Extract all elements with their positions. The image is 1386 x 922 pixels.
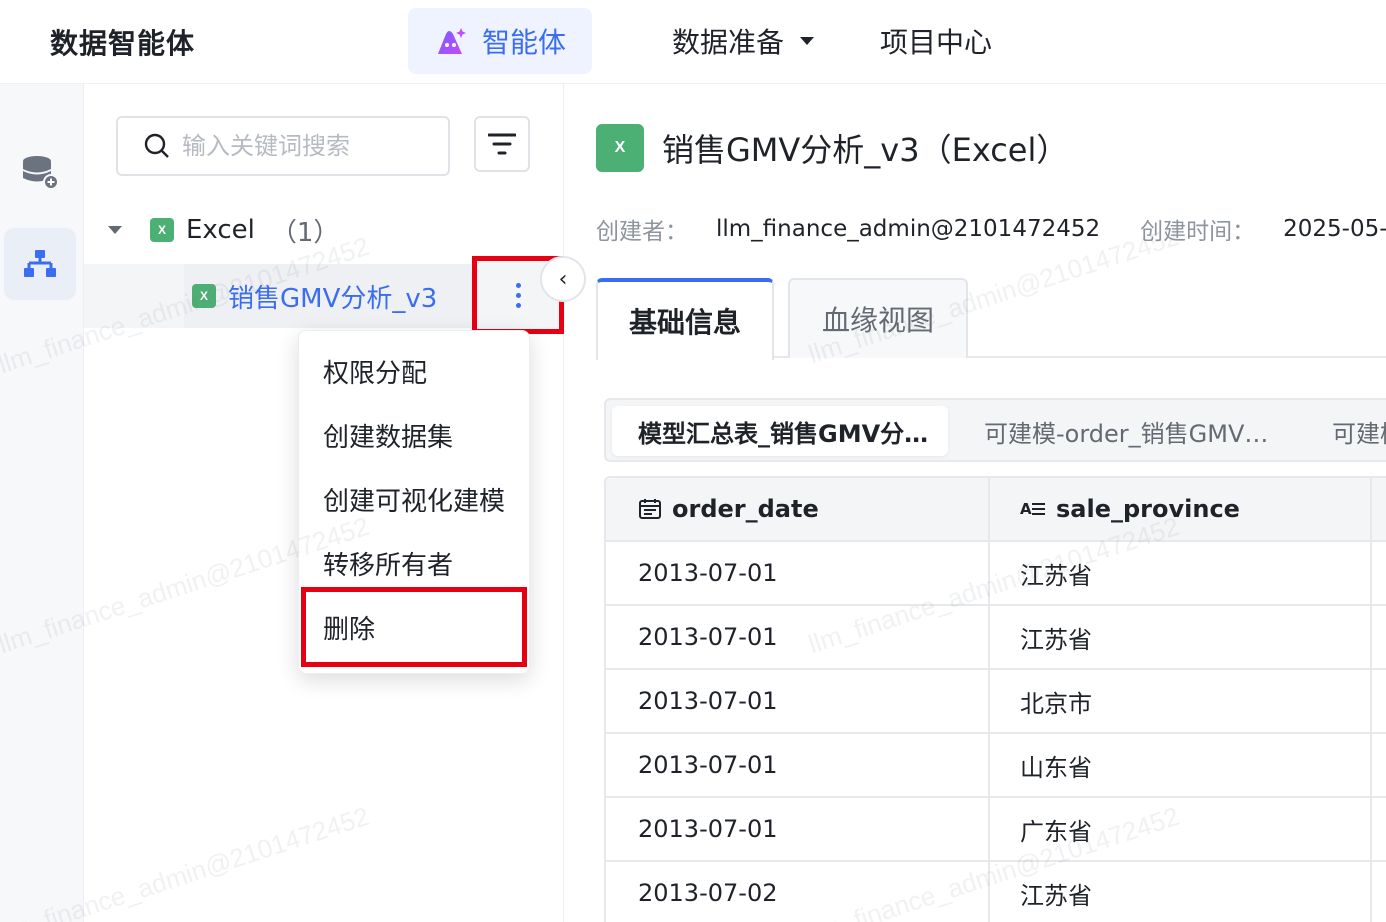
app-root: 数据智能体 智能体 数据准备 项目中心 输入关键词搜索 X Excel （1） … <box>0 0 1386 922</box>
main-panel: X 销售GMV分析_v3（Excel） 创建者： llm_finance_adm… <box>564 84 1386 922</box>
table-header: order_date A sale_province <box>606 478 1386 542</box>
tree-group-label: Excel <box>186 215 255 245</box>
search-icon <box>144 133 169 158</box>
menu-item-create-visual-model[interactable]: 创建可视化建模 <box>323 479 505 519</box>
excel-file-icon: X <box>192 284 216 308</box>
expand-triangle-icon[interactable] <box>108 226 122 234</box>
text-type-icon: A <box>1020 499 1046 519</box>
rail-lineage-button[interactable] <box>4 228 76 300</box>
nav-tab-agent[interactable]: 智能体 <box>408 8 592 74</box>
tab-basic-info[interactable]: 基础信息 <box>596 278 774 360</box>
excel-file-icon: X <box>596 124 644 172</box>
tree-group-excel[interactable]: X Excel （1） <box>104 208 339 252</box>
more-vertical-icon <box>515 282 521 308</box>
svg-text:A: A <box>1020 500 1032 518</box>
creator-label: 创建者： <box>596 219 688 245</box>
database-add-icon <box>23 156 59 190</box>
table-row[interactable]: 2013-07-01 广东省 <box>606 798 1386 862</box>
menu-item-permissions[interactable]: 权限分配 <box>323 351 427 391</box>
sheet-tabs: 模型汇总表_销售GMV分… 可建模-order_销售GMV… 可建模 <box>604 398 1386 462</box>
context-menu: 权限分配 创建数据集 创建可视化建模 转移所有者 删除 <box>298 330 530 674</box>
nav-tab-data-prep[interactable]: 数据准备 <box>672 8 815 74</box>
meta-row: 创建者： llm_finance_admin@2101472452 创建时间： … <box>596 212 1386 246</box>
cell-sale-province: 江苏省 <box>990 542 1372 604</box>
table-row[interactable]: 2013-07-02 江苏省 <box>606 862 1386 922</box>
caret-down-icon <box>800 37 815 45</box>
collapse-sidebar-button[interactable]: ‹ <box>540 256 586 302</box>
cell-sale-province: 山东省 <box>990 734 1372 796</box>
search-box <box>116 116 450 176</box>
tree-group-count: （1） <box>270 217 340 248</box>
left-rail <box>0 84 84 922</box>
cell-order-date: 2013-07-01 <box>606 734 990 796</box>
sheet-tab-order[interactable]: 可建模-order_销售GMV… <box>984 406 1268 456</box>
tabs: 基础信息 血缘视图 <box>596 278 1386 360</box>
table-row[interactable]: 2013-07-01 北京市 <box>606 670 1386 734</box>
cell-order-date: 2013-07-01 <box>606 798 990 860</box>
filter-button[interactable] <box>474 116 530 172</box>
title-row: X 销售GMV分析_v3（Excel） <box>596 124 1068 172</box>
creator-value: llm_finance_admin@2101472452 <box>716 216 1101 242</box>
page-title: 销售GMV分析_v3（Excel） <box>662 131 1069 169</box>
date-type-icon <box>638 498 662 520</box>
rail-datasource-button[interactable] <box>4 136 76 208</box>
cell-order-date: 2013-07-02 <box>606 862 990 922</box>
menu-item-transfer-owner[interactable]: 转移所有者 <box>323 543 453 583</box>
top-nav: 数据智能体 智能体 数据准备 项目中心 <box>0 0 1386 84</box>
sheet-tab-third[interactable]: 可建模 <box>1332 406 1386 456</box>
agent-icon <box>437 28 466 54</box>
excel-file-icon: X <box>150 218 174 242</box>
column-header-label: sale_province <box>1056 495 1240 523</box>
column-header-label: order_date <box>672 495 819 523</box>
created-time-label: 创建时间： <box>1140 219 1256 245</box>
cell-sale-province: 江苏省 <box>990 862 1372 922</box>
menu-item-create-dataset[interactable]: 创建数据集 <box>323 415 453 455</box>
cell-sale-province: 北京市 <box>990 670 1372 732</box>
cell-order-date: 2013-07-01 <box>606 542 990 604</box>
table-row[interactable]: 2013-07-01 山东省 <box>606 734 1386 798</box>
brand-title: 数据智能体 <box>50 27 196 60</box>
cell-sale-province: 广东省 <box>990 798 1372 860</box>
created-time-value: 2025-05-21 11 <box>1283 216 1386 242</box>
column-header-order-date[interactable]: order_date <box>606 478 990 540</box>
cell-sale-province: 江苏省 <box>990 606 1372 668</box>
table-row[interactable]: 2013-07-01 江苏省 <box>606 606 1386 670</box>
nav-tab-project-label: 项目中心 <box>880 26 993 59</box>
cell-order-date: 2013-07-01 <box>606 606 990 668</box>
hierarchy-icon <box>24 250 56 277</box>
sheet-tab-summary[interactable]: 模型汇总表_销售GMV分… <box>612 406 948 456</box>
nav-tab-agent-label: 智能体 <box>481 26 566 59</box>
menu-item-delete[interactable]: 删除 <box>323 607 375 647</box>
chevron-left-icon: ‹ <box>558 266 568 292</box>
table-row[interactable]: 2013-07-01 江苏省 <box>606 542 1386 606</box>
tree-item-name[interactable]: 销售GMV分析_v3 <box>228 278 437 315</box>
column-header-sale-province[interactable]: A sale_province <box>990 478 1372 540</box>
nav-tab-data-prep-label: 数据准备 <box>672 26 785 59</box>
tab-lineage-view[interactable]: 血缘视图 <box>788 278 968 358</box>
nav-tab-project[interactable]: 项目中心 <box>880 8 992 74</box>
data-table: order_date A sale_province 2013-07-01 江苏… <box>604 476 1386 922</box>
filter-icon <box>488 133 516 155</box>
cell-order-date: 2013-07-01 <box>606 670 990 732</box>
search-input[interactable] <box>182 132 432 160</box>
